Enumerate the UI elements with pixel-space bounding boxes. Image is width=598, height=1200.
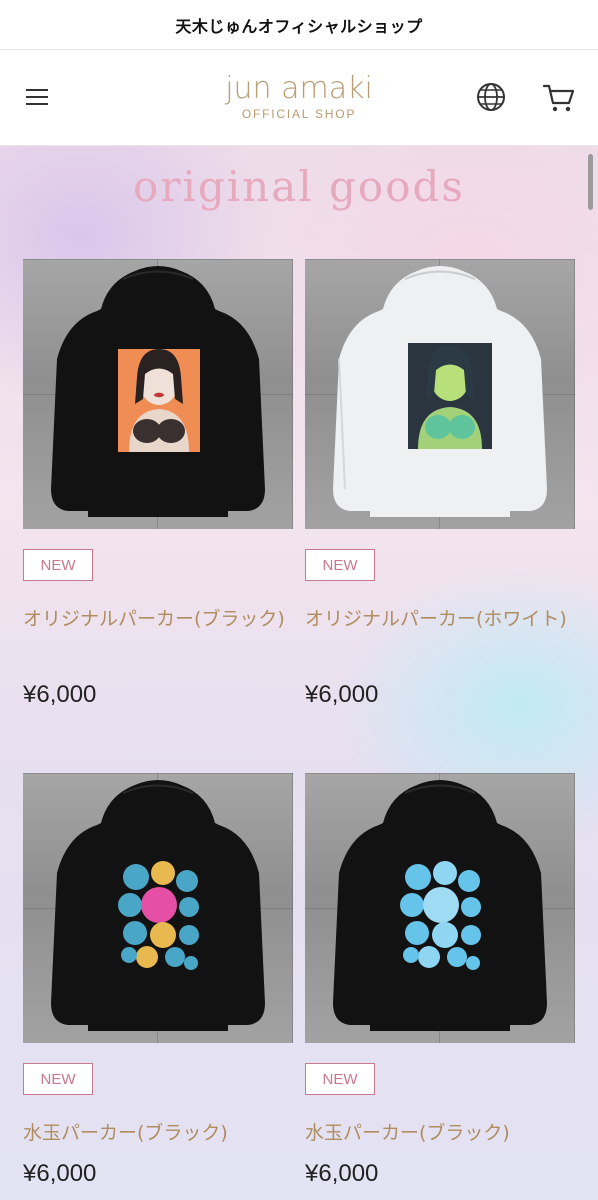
product-image[interactable] — [23, 773, 293, 1043]
logo-sub-text: OFFICIAL SHOP — [241, 107, 357, 121]
new-badge: NEW — [305, 549, 375, 581]
product-card[interactable] — [305, 773, 575, 1043]
product-name[interactable]: 水玉パーカー(ブラック) — [23, 1116, 301, 1151]
menu-icon[interactable] — [22, 84, 54, 112]
product-name[interactable]: 水玉パーカー(ブラック) — [305, 1116, 583, 1151]
logo-main-text: jun amaki — [225, 71, 373, 106]
section-title: original goods — [133, 162, 465, 211]
product-image[interactable] — [23, 259, 293, 529]
product-card[interactable] — [23, 773, 293, 1043]
product-price: ¥6,000 — [23, 681, 97, 708]
product-image[interactable] — [305, 259, 575, 529]
new-badge: NEW — [305, 1063, 375, 1095]
cart-icon[interactable] — [541, 80, 577, 114]
site-logo[interactable]: jun amaki OFFICIAL SHOP — [199, 72, 399, 128]
product-section: original goods NEW オリジナルパーカー(ブラック) ¥6,00… — [0, 146, 598, 1200]
product-price: ¥6,000 — [23, 1160, 97, 1187]
product-image[interactable] — [305, 773, 575, 1043]
new-badge: NEW — [23, 549, 93, 581]
product-price: ¥6,000 — [305, 1160, 379, 1187]
product-card[interactable] — [305, 259, 575, 529]
product-price: ¥6,000 — [305, 681, 379, 708]
product-card[interactable] — [23, 259, 293, 529]
shop-name-bar: 天木じゅんオフィシャルショップ — [0, 0, 598, 50]
new-badge: NEW — [23, 1063, 93, 1095]
product-name[interactable]: オリジナルパーカー(ホワイト) — [305, 602, 583, 637]
shop-name: 天木じゅんオフィシャルショップ — [175, 16, 423, 36]
product-name[interactable]: オリジナルパーカー(ブラック) — [23, 602, 301, 637]
site-header: jun amaki OFFICIAL SHOP — [0, 50, 598, 146]
globe-icon[interactable] — [474, 80, 508, 114]
